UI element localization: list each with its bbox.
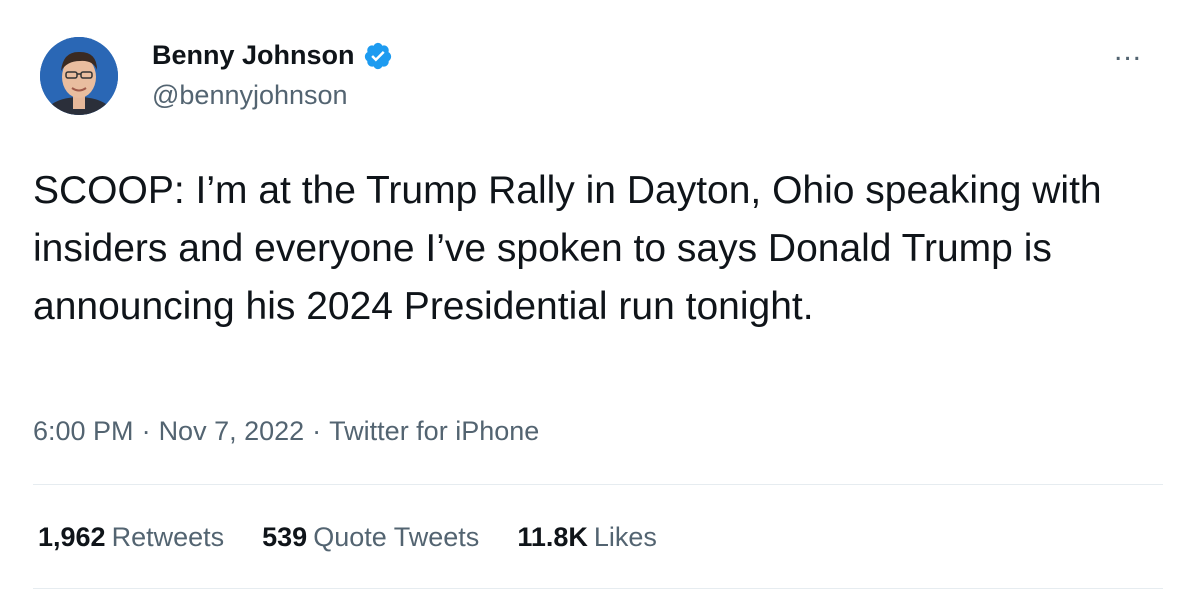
likes-label: Likes: [593, 522, 657, 552]
retweets-label: Retweets: [111, 522, 225, 552]
tweet-source[interactable]: Twitter for iPhone: [329, 416, 539, 446]
retweets-count: 1,962: [38, 522, 106, 552]
tweet-date[interactable]: Nov 7, 2022: [159, 416, 305, 446]
divider: [33, 588, 1163, 589]
meta-separator: ·: [141, 416, 151, 446]
divider: [33, 484, 1163, 485]
likes-stat[interactable]: 11.8K Likes: [517, 522, 657, 553]
author-name-text[interactable]: Benny Johnson: [152, 40, 355, 71]
more-options-icon[interactable]: ...: [1114, 36, 1142, 66]
avatar-image: [40, 37, 118, 115]
meta-separator: ·: [312, 416, 322, 446]
retweets-stat[interactable]: 1,962 Retweets: [38, 522, 224, 553]
quote-tweets-label: Quote Tweets: [313, 522, 480, 552]
likes-count: 11.8K: [517, 522, 588, 552]
avatar[interactable]: [40, 37, 118, 115]
verified-badge-icon: [364, 42, 391, 69]
author-handle[interactable]: @bennyjohnson: [152, 80, 348, 111]
author-name[interactable]: Benny Johnson: [152, 40, 393, 71]
tweet-text: SCOOP: I’m at the Trump Rally in Dayton,…: [33, 169, 1102, 328]
tweet-meta: 6:00 PM · Nov 7, 2022 · Twitter for iPhone: [33, 416, 539, 447]
quote-tweets-count: 539: [262, 522, 308, 552]
tweet-time[interactable]: 6:00 PM: [33, 416, 134, 446]
tweet-stats: 1,962 Retweets 539 Quote Tweets 11.8K Likes: [38, 522, 657, 553]
quote-tweets-stat[interactable]: 539 Quote Tweets: [262, 522, 479, 553]
